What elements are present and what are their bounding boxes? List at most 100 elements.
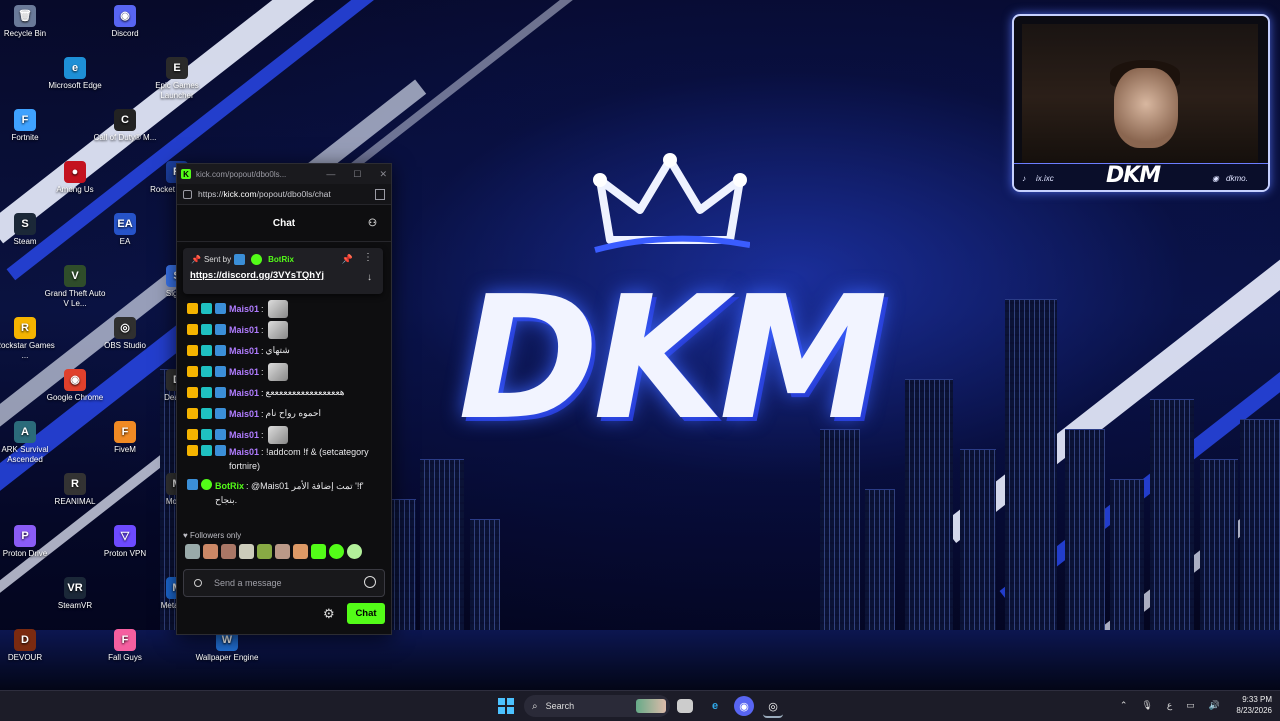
message-input[interactable]	[212, 574, 356, 592]
desktop-icon[interactable]: S Steam	[0, 213, 57, 247]
volume-icon[interactable]: 🔊	[1209, 700, 1220, 711]
desktop-icon[interactable]: VR SteamVR	[43, 577, 107, 611]
desktop-icon[interactable]: A ARK Survival Ascended	[0, 421, 57, 465]
minimize-button[interactable]: —	[326, 169, 335, 180]
chat-header: Chat ⚇	[177, 205, 391, 242]
desktop-icon[interactable]: ◎ OBS Studio	[93, 317, 157, 351]
unpin-icon[interactable]: 📌	[342, 254, 353, 265]
badge-icon	[187, 345, 198, 356]
emote-icon[interactable]	[293, 544, 308, 559]
send-chat-button[interactable]: Chat	[347, 603, 385, 624]
message-username[interactable]: Mais01	[229, 325, 259, 335]
chat-settings-gear-icon[interactable]: ⚙	[323, 606, 335, 622]
crown-icon	[593, 153, 750, 253]
desktop-icon-label: REANIMAL	[54, 497, 96, 506]
message-username[interactable]: Mais01	[229, 367, 259, 377]
message-colon: :	[261, 303, 264, 314]
desktop-icon-label: DEVOUR	[7, 653, 43, 662]
emote-icon[interactable]	[257, 544, 272, 559]
taskbar: ⌕ Search e ◉ ◎ ⌃ 🎙 ع ▭ 🔊 9:33 PM 8/23/20…	[0, 690, 1280, 721]
app-icon: V	[64, 265, 86, 287]
close-button[interactable]: ✕	[379, 169, 387, 180]
message-username[interactable]: BotRix	[215, 481, 244, 491]
chevron-up-icon[interactable]: ⌃	[1120, 700, 1128, 711]
more-options-icon[interactable]: ⋮	[363, 252, 373, 263]
lock-icon	[183, 189, 192, 199]
message-username[interactable]: Mais01	[229, 346, 259, 356]
message-input-box[interactable]	[183, 569, 385, 597]
desktop-icon[interactable]: EA EA	[93, 213, 157, 247]
address-bar[interactable]: https://kick.com/popout/dbo0ls/chat	[177, 184, 391, 205]
message-colon: :	[261, 345, 264, 356]
desktop-icon[interactable]: V Grand Theft Auto V Le...	[43, 265, 107, 309]
badge-icon	[187, 366, 198, 377]
emote-icon[interactable]	[203, 544, 218, 559]
desktop-icon[interactable]: P Proton Drive	[0, 525, 57, 559]
badge-icon	[201, 429, 212, 440]
message-username[interactable]: Mais01	[229, 409, 259, 419]
message-colon: :	[261, 324, 264, 335]
desktop-icon-label: FiveM	[114, 445, 136, 454]
language-indicator[interactable]: ع	[1167, 700, 1172, 711]
message-username[interactable]: Mais01	[229, 388, 259, 398]
kick-chat-window[interactable]: K kick.com/popout/dbo0ls... — ☐ ✕ https:…	[176, 163, 392, 635]
emote-icon[interactable]	[239, 544, 254, 559]
maximize-button[interactable]: ☐	[353, 169, 361, 180]
reader-icon[interactable]	[375, 188, 385, 200]
emote-icon[interactable]	[311, 544, 326, 559]
app-icon: F	[114, 629, 136, 651]
message-username[interactable]: Mais01	[229, 304, 259, 314]
pinned-message[interactable]: 📌 Sent by BotRix https://discord.gg/3VYs…	[183, 248, 383, 294]
obs-taskbar-icon[interactable]: ◎	[763, 696, 783, 718]
desktop-icon[interactable]: D DEVOUR	[0, 629, 57, 663]
desktop-icon[interactable]: F Fortnite	[0, 109, 57, 143]
dkm-logo: DKM	[440, 150, 900, 530]
message-text: هععععععععععععععععع	[265, 387, 345, 397]
emote-icon[interactable]	[329, 544, 344, 559]
app-icon: F	[14, 109, 36, 131]
edge-icon[interactable]: e	[705, 696, 725, 716]
discord-taskbar-icon[interactable]: ◉	[734, 696, 754, 716]
desktop-icon[interactable]: E Epic Games Launcher	[145, 57, 209, 101]
users-icon[interactable]: ⚇	[368, 218, 377, 229]
microphone-icon[interactable]: 🎙	[1141, 700, 1152, 711]
app-icon: ●	[64, 161, 86, 183]
network-icon[interactable]: ▭	[1186, 700, 1195, 711]
desktop-icon[interactable]: C Call of Duty® M...	[93, 109, 157, 143]
emoji-icon[interactable]	[364, 576, 376, 588]
chat-message: Mais01:	[187, 298, 383, 319]
desktop-icon[interactable]: ● Among Us	[43, 161, 107, 195]
desktop-icon[interactable]: R Rockstar Games ...	[0, 317, 57, 361]
desktop-icon[interactable]: F Fall Guys	[93, 629, 157, 663]
badge-icon	[201, 345, 212, 356]
emote-icon[interactable]	[221, 544, 236, 559]
start-button[interactable]	[496, 696, 516, 716]
badge-icon	[215, 303, 226, 314]
emote-icon[interactable]	[275, 544, 290, 559]
clock[interactable]: 9:33 PM 8/23/2026	[1236, 694, 1272, 716]
expand-arrow-icon[interactable]: ↓	[367, 272, 372, 283]
logo-text: DKM	[457, 260, 888, 458]
window-titlebar[interactable]: K kick.com/popout/dbo0ls... — ☐ ✕	[177, 164, 391, 184]
desktop-icon[interactable]: ◉ Discord	[93, 5, 157, 39]
desktop-icon[interactable]: ◉ Google Chrome	[43, 369, 107, 403]
emote-image	[267, 362, 288, 381]
desktop-icon[interactable]: e Microsoft Edge	[43, 57, 107, 91]
desktop-icon[interactable]: R REANIMAL	[43, 473, 107, 507]
pinned-link[interactable]: https://discord.gg/3VYsTQhYj	[190, 270, 324, 281]
emote-icon[interactable]	[347, 544, 362, 559]
emote-icon[interactable]	[185, 544, 200, 559]
pinned-sender[interactable]: BotRix	[268, 255, 294, 264]
desktop-icon[interactable]: F FiveM	[93, 421, 157, 455]
desktop-icon[interactable]: 🗑 Recycle Bin	[0, 5, 57, 39]
badge-icon	[215, 429, 226, 440]
app-icon: R	[64, 473, 86, 495]
discord-icon: ◉	[1212, 174, 1219, 183]
desktop-icon[interactable]: ▽ Proton VPN	[93, 525, 157, 559]
taskbar-search[interactable]: ⌕ Search	[524, 695, 670, 717]
message-username[interactable]: Mais01	[229, 430, 259, 440]
file-explorer-icon[interactable]	[677, 699, 693, 713]
message-username[interactable]: Mais01	[229, 447, 259, 457]
record-icon[interactable]	[194, 579, 202, 587]
desktop-icon-label: Call of Duty® M...	[93, 133, 157, 142]
